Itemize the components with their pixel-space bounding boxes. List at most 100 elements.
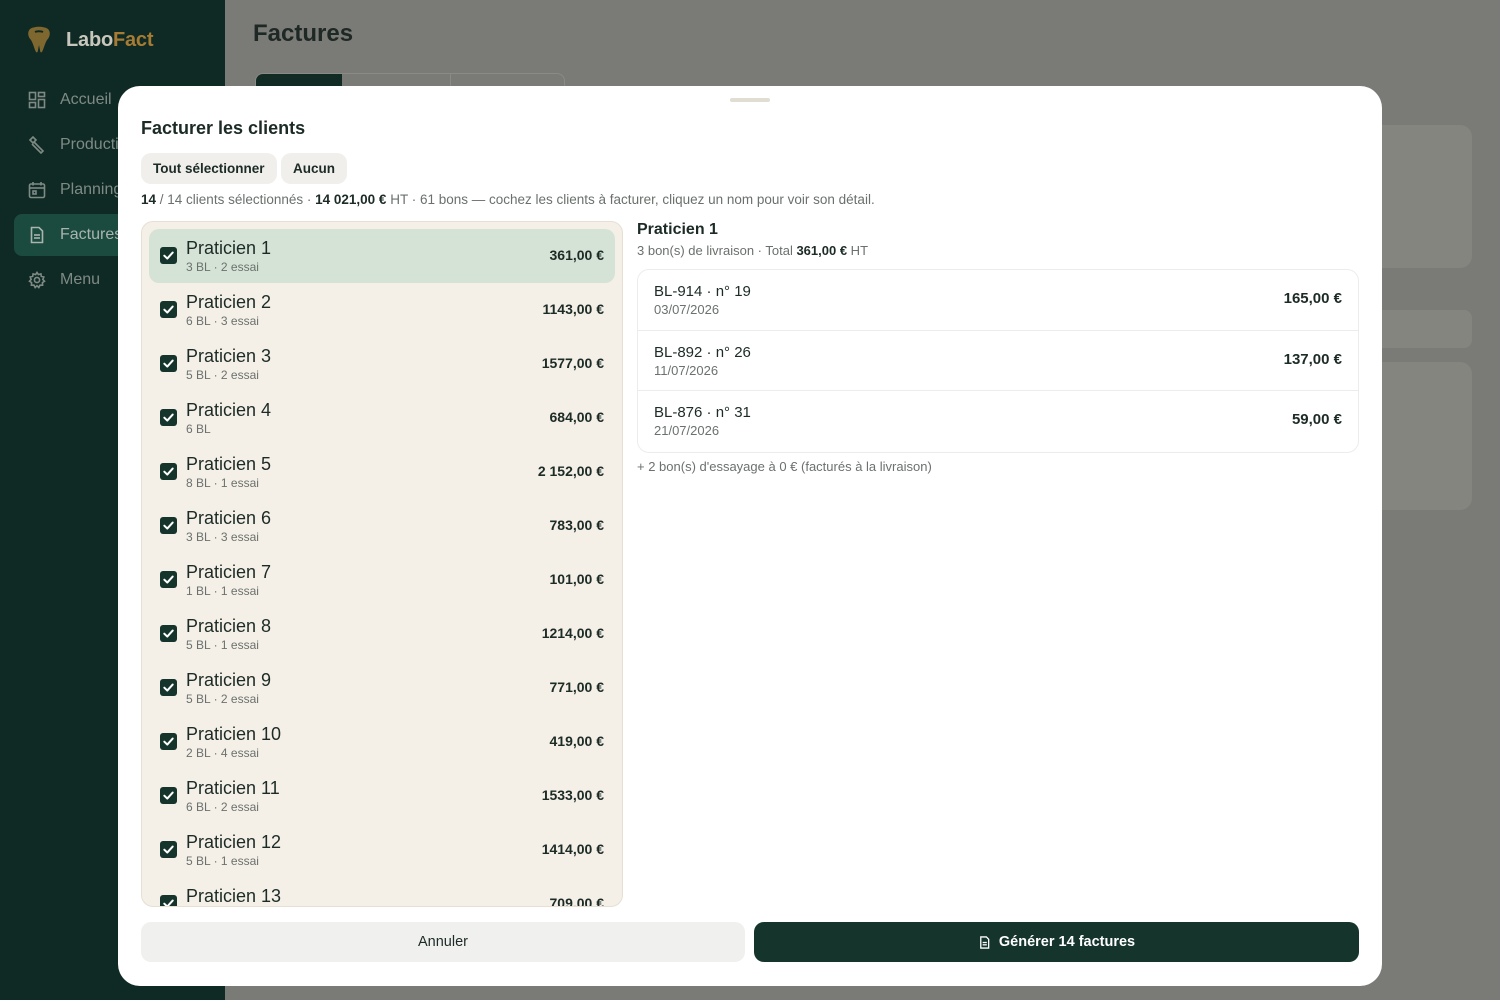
cancel-button[interactable]: Annuler <box>141 922 745 962</box>
client-name[interactable]: Praticien 7 <box>186 562 271 583</box>
client-name[interactable]: Praticien 8 <box>186 616 271 637</box>
client-meta: 5 BL · 2 essai <box>186 692 259 706</box>
client-row[interactable]: Praticien 63 BL · 3 essai 783,00 € <box>149 499 615 553</box>
client-checkbox[interactable] <box>160 895 177 906</box>
client-name[interactable]: Praticien 9 <box>186 670 271 691</box>
client-checkbox[interactable] <box>160 409 177 426</box>
checkmark-icon <box>163 251 174 260</box>
checkmark-icon <box>163 791 174 800</box>
client-row[interactable]: Praticien 35 BL · 2 essai 1577,00 € <box>149 337 615 391</box>
trial-notes-info: + 2 bon(s) d'essayage à 0 € (facturés à … <box>637 459 932 474</box>
client-checkbox[interactable] <box>160 679 177 696</box>
gear-icon <box>28 271 46 289</box>
client-amount: 1214,00 € <box>541 625 604 641</box>
client-amount: 1577,00 € <box>541 355 604 371</box>
delivery-note-ref: BL-876 · n° 31 <box>654 404 751 421</box>
client-checkbox[interactable] <box>160 355 177 372</box>
client-name[interactable]: Praticien 6 <box>186 508 271 529</box>
billing-modal: Facturer les clients Tout sélectionner A… <box>118 86 1382 986</box>
tooth-logo-icon <box>26 26 52 54</box>
client-amount: 684,00 € <box>549 409 605 425</box>
client-checkbox[interactable] <box>160 787 177 804</box>
app-name: LaboFact <box>66 28 154 51</box>
sidebar-item-label: Menu <box>60 271 101 288</box>
app-logo: LaboFact <box>26 26 154 54</box>
client-checkbox[interactable] <box>160 463 177 480</box>
delivery-note-row: BL-914 · n° 19 03/07/2026 165,00 € <box>638 270 1358 331</box>
document-icon <box>28 226 46 244</box>
sidebar-item-label: Factures <box>60 226 123 243</box>
client-amount: 1414,00 € <box>541 841 604 857</box>
client-meta: 6 BL · 3 essai <box>186 314 259 328</box>
client-row[interactable]: Praticien 58 BL · 1 essai 2 152,00 € <box>149 445 615 499</box>
document-icon <box>978 935 991 949</box>
client-checkbox[interactable] <box>160 301 177 318</box>
detail-client-name: Praticien 1 <box>637 221 718 238</box>
client-row[interactable]: Praticien 13 709,00 € <box>149 877 615 907</box>
checkmark-icon <box>163 737 174 746</box>
checkmark-icon <box>163 413 174 422</box>
client-name[interactable]: Praticien 13 <box>186 886 281 906</box>
client-amount: 1533,00 € <box>541 787 604 803</box>
client-row[interactable]: Praticien 46 BL 684,00 € <box>149 391 615 445</box>
client-row[interactable]: Praticien 10 2 BL · 4 essai 419,00 € <box>149 715 615 769</box>
client-amount: 361,00 € <box>549 247 605 263</box>
client-meta: 3 BL · 3 essai <box>186 530 259 544</box>
client-list[interactable]: Praticien 13 BL · 2 essai 361,00 € Pratici… <box>141 221 623 907</box>
background-card <box>1370 362 1472 510</box>
checkmark-icon <box>163 629 174 638</box>
client-checkbox[interactable] <box>160 517 177 534</box>
client-checkbox[interactable] <box>160 247 177 264</box>
modal-title: Facturer les clients <box>141 118 306 138</box>
sidebar-item-label: Accueil <box>60 91 112 108</box>
select-none-button[interactable]: Aucun <box>281 153 347 184</box>
select-all-button[interactable]: Tout sélectionner <box>141 153 277 184</box>
background-card <box>1370 125 1472 268</box>
checkmark-icon <box>163 845 174 854</box>
delivery-note-amount: 165,00 € <box>1283 290 1342 307</box>
dashboard-icon <box>28 91 46 109</box>
client-name[interactable]: Praticien 3 <box>186 346 271 367</box>
checkmark-icon <box>163 305 174 314</box>
client-meta: 6 BL · 2 essai <box>186 800 259 814</box>
client-row[interactable]: Praticien 13 BL · 2 essai 361,00 € <box>149 229 615 283</box>
selection-summary: 14 / 14 clients sélectionnés · 14 021,00… <box>141 192 875 207</box>
client-name[interactable]: Praticien 11 <box>186 778 280 799</box>
client-amount: 771,00 € <box>549 679 605 695</box>
delivery-notes-list: BL-914 · n° 19 03/07/2026 165,00 € BL-892 ·… <box>637 269 1359 453</box>
checkmark-icon <box>163 359 174 368</box>
client-name[interactable]: Praticien 2 <box>186 292 271 313</box>
client-checkbox[interactable] <box>160 841 177 858</box>
client-row[interactable]: Praticien 11 6 BL · 2 essai 1533,00 € <box>149 769 615 823</box>
delivery-note-date: 11/07/2026 <box>654 362 719 378</box>
client-meta: 5 BL · 1 essai <box>186 854 259 868</box>
client-name[interactable]: Praticien 5 <box>186 454 271 475</box>
client-checkbox[interactable] <box>160 625 177 642</box>
delivery-note-ref: BL-892 · n° 26 <box>654 343 751 361</box>
generate-invoices-button[interactable]: Générer 14 factures <box>754 922 1359 962</box>
delivery-note-amount: 59,00 € <box>1291 411 1342 428</box>
client-amount: 709,00 € <box>549 895 605 907</box>
sidebar-item-label: Planning <box>60 181 123 198</box>
client-amount: 419,00 € <box>549 733 605 749</box>
client-row[interactable]: Praticien 95 BL · 2 essai 771,00 € <box>149 661 615 715</box>
client-meta: 1 BL · 1 essai <box>186 584 259 598</box>
client-name[interactable]: Praticien 10 <box>186 724 281 745</box>
client-row[interactable]: Praticien 26 BL · 3 essai 1143,00 € <box>149 283 615 337</box>
client-row[interactable]: Praticien 71 BL · 1 essai 101,00 € <box>149 553 615 607</box>
client-checkbox[interactable] <box>160 571 177 588</box>
client-name[interactable]: Praticien 12 <box>186 832 281 853</box>
drag-handle[interactable] <box>730 98 770 102</box>
checkmark-icon <box>163 575 174 584</box>
delivery-note-date: 21/07/2026 <box>654 423 720 438</box>
delivery-note-ref: BL-914 · n° 19 <box>654 283 751 300</box>
generate-button-label: Générer 14 factures <box>998 934 1136 950</box>
client-checkbox[interactable] <box>160 733 177 750</box>
client-row[interactable]: Praticien 85 BL · 1 essai 1214,00 € <box>149 607 615 661</box>
background-card <box>1370 310 1472 348</box>
client-meta: 8 BL · 1 essai <box>186 476 259 490</box>
client-row[interactable]: Praticien 12 5 BL · 1 essai 1414,00 € <box>149 823 615 877</box>
checkmark-icon <box>163 899 174 906</box>
client-name[interactable]: Praticien 1 <box>186 238 271 259</box>
client-name[interactable]: Praticien 4 <box>186 400 271 421</box>
